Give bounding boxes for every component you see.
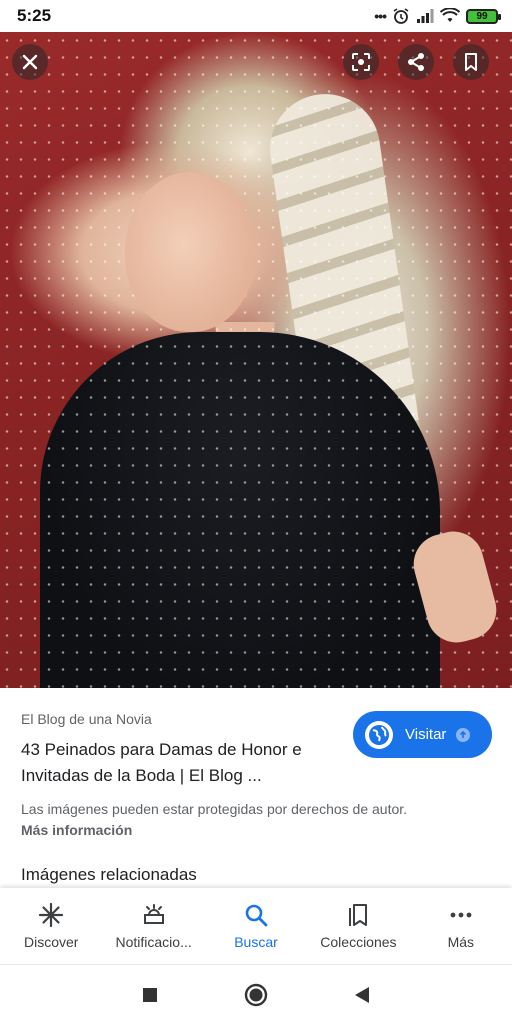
status-bar: 5:25 ••• 99	[0, 0, 512, 32]
wifi-icon	[440, 8, 460, 22]
bookmark-button[interactable]	[453, 44, 489, 80]
nav-notifications[interactable]: Notificacio...	[102, 888, 204, 964]
close-button[interactable]	[12, 44, 48, 80]
result-title[interactable]: 43 Peinados para Damas de Honor e Invita…	[21, 737, 341, 789]
system-navigation	[0, 964, 512, 1024]
arrow-up-icon	[456, 727, 471, 742]
nav-search-label: Buscar	[234, 934, 278, 950]
more-notifications-icon: •••	[374, 8, 387, 24]
alarm-icon	[393, 8, 409, 24]
image-face-shape	[125, 172, 255, 332]
nav-collections[interactable]: Colecciones	[307, 888, 409, 964]
notifications-icon	[143, 904, 164, 924]
circle-icon	[244, 983, 268, 1007]
related-images-heading: Imágenes relacionadas	[21, 865, 197, 884]
nav-notifications-label: Notificacio...	[115, 934, 192, 950]
visit-label: Visitar	[405, 726, 447, 743]
back-triangle-icon	[355, 987, 369, 1003]
result-title-line2: Invitadas de la Boda | El Blog ...	[21, 766, 262, 785]
nav-discover[interactable]: Discover	[0, 888, 102, 964]
source-name[interactable]: El Blog de una Novia	[21, 711, 152, 727]
square-icon	[143, 988, 157, 1002]
back-button[interactable]	[350, 983, 374, 1007]
visit-button[interactable]: Visitar	[353, 711, 492, 758]
status-time: 5:25	[17, 6, 52, 25]
hero-image[interactable]	[0, 32, 512, 688]
more-icon	[450, 912, 472, 918]
nav-discover-label: Discover	[23, 934, 79, 950]
screen: 5:25 ••• 99 El Blog de una Novia 43 Pein…	[0, 0, 512, 1024]
signal-icon	[417, 9, 434, 23]
close-icon	[22, 54, 38, 70]
bookmark-icon	[465, 53, 477, 71]
recents-button[interactable]	[138, 983, 162, 1007]
status-icons: ••• 99	[374, 7, 501, 25]
collections-icon	[349, 904, 368, 926]
lens-button[interactable]	[343, 44, 379, 80]
search-icon	[245, 904, 268, 927]
nav-more[interactable]: Más	[410, 888, 512, 964]
nav-more-label: Más	[447, 934, 475, 950]
share-icon	[408, 53, 424, 71]
discover-icon	[39, 902, 64, 928]
nav-search[interactable]: Buscar	[205, 888, 307, 964]
share-button[interactable]	[398, 44, 434, 80]
result-title-line1: 43 Peinados para Damas de Honor e	[21, 740, 302, 759]
home-button[interactable]	[244, 983, 268, 1007]
nav-collections-label: Colecciones	[320, 934, 397, 950]
more-info-link[interactable]: Más información	[21, 822, 132, 838]
copyright-notice: Las imágenes pueden estar protegidas por…	[21, 801, 408, 817]
bottom-navigation: Discover Notificacio... Buscar Coleccion…	[0, 888, 512, 964]
lens-icon	[352, 53, 370, 71]
battery-indicator: 99	[466, 8, 501, 24]
globe-icon	[365, 720, 393, 749]
